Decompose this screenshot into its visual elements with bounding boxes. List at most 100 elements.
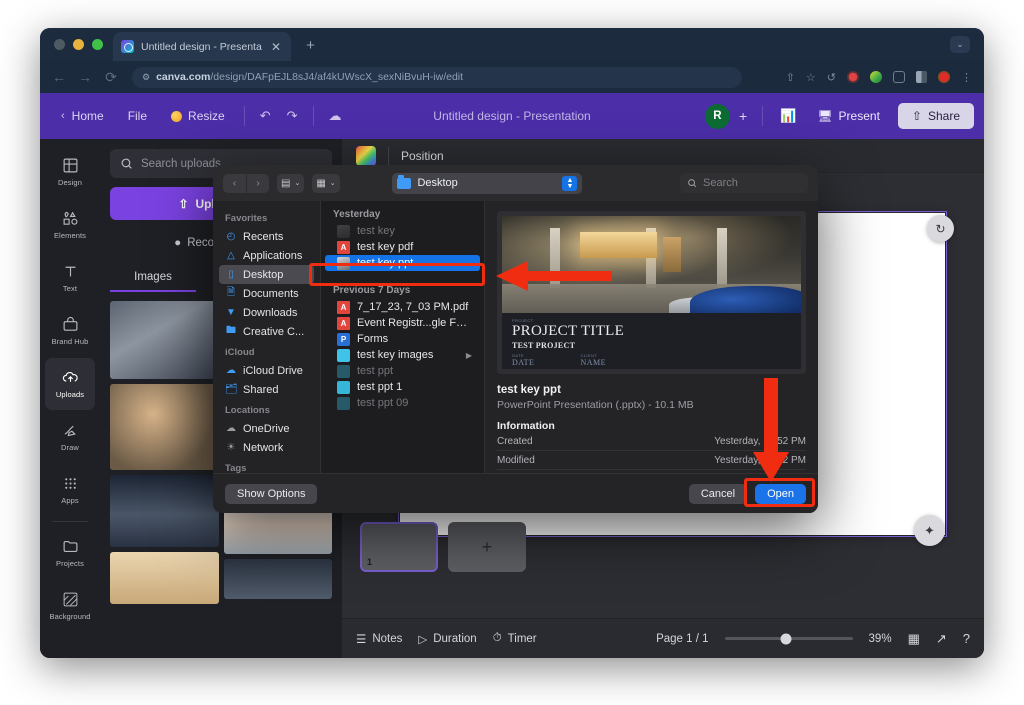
upload-thumbnail[interactable]	[110, 552, 219, 604]
forward-icon[interactable]: →	[78, 70, 92, 84]
browser-tab[interactable]: Untitled design - Presentation ✕	[113, 32, 291, 61]
stepper-icon[interactable]: ▲▼	[562, 176, 577, 191]
file-row[interactable]: test key pdf	[325, 239, 480, 255]
sidebar-item-design[interactable]: Design	[45, 146, 95, 198]
zoom-percent-label[interactable]: 39%	[869, 633, 892, 645]
preview-meta-row: DATE DATE CLIENT NAME	[512, 353, 791, 367]
file-row[interactable]: 7_17_23, 7_03 PM.pdf	[325, 299, 480, 315]
address-bar[interactable]: ⚙ canva.com/design/DAFpEJL8sJ4/af4kUWscX…	[132, 67, 742, 88]
gallery-view-button[interactable]: ▦ ⌄	[312, 174, 339, 193]
timer-button[interactable]: ⏱ Timer	[493, 632, 537, 645]
apps-icon	[62, 475, 79, 492]
extension-green-icon[interactable]	[870, 71, 882, 83]
new-tab-button[interactable]: +	[302, 38, 319, 55]
resize-button[interactable]: Resize	[160, 103, 236, 129]
file-menu-button[interactable]: File	[117, 103, 158, 129]
sidebar-item-text[interactable]: Text	[45, 252, 95, 304]
tab-images[interactable]: Images	[110, 271, 196, 292]
bookmark-star-icon[interactable]: ☆	[806, 71, 816, 84]
upload-thumbnail[interactable]	[224, 559, 333, 599]
open-button[interactable]: Open	[755, 484, 806, 504]
close-window-button[interactable]	[54, 39, 65, 50]
sidebar-item-brand-hub[interactable]: Brand Hub	[45, 305, 95, 357]
upload-thumbnail[interactable]	[110, 475, 219, 547]
undo-icon[interactable]: ↶	[253, 103, 278, 129]
grid-view-icon[interactable]: ▦	[908, 631, 920, 647]
extension-c-icon[interactable]: ↺	[827, 71, 836, 84]
avatar[interactable]: R	[705, 104, 730, 129]
dialog-back-button[interactable]: ‹	[223, 174, 246, 193]
upload-thumbnail[interactable]	[110, 301, 219, 379]
minimize-window-button[interactable]	[73, 39, 84, 50]
duration-button[interactable]: ▷ Duration	[418, 632, 476, 646]
search-uploads-placeholder: Search uploads	[141, 158, 221, 170]
bar-chart-icon[interactable]: 📊	[773, 103, 803, 129]
file-row[interactable]: test ppt	[325, 363, 480, 379]
file-row[interactable]: test key images ▶	[325, 347, 480, 363]
file-name: 7_17_23, 7_03 PM.pdf	[357, 301, 472, 313]
extension-red-icon[interactable]	[847, 71, 859, 83]
home-button[interactable]: ‹ Home	[50, 103, 115, 129]
notes-button[interactable]: ☰ Notes	[356, 632, 402, 646]
extension-bag-icon[interactable]	[893, 71, 905, 83]
sidebar-item-draw[interactable]: Draw	[45, 411, 95, 463]
sidebar-item-recents[interactable]: ◴ Recents	[219, 227, 314, 246]
sidebar-item-applications[interactable]: △ Applications	[219, 246, 314, 265]
cloud-save-icon[interactable]: ☁	[322, 103, 349, 129]
column-view-button[interactable]: ▤ ⌄	[277, 174, 304, 193]
file-list-column[interactable]: Yesterday test key test key pdf test key…	[320, 201, 485, 473]
color-swatch-icon[interactable]	[356, 146, 376, 166]
sidebar-item-desktop[interactable]: ▯ Desktop	[219, 265, 314, 284]
sidebar-item-icloud-drive[interactable]: ☁ iCloud Drive	[219, 361, 314, 380]
cancel-button[interactable]: Cancel	[689, 484, 747, 504]
close-icon[interactable]: ✕	[269, 41, 283, 53]
path-dropdown[interactable]: Desktop ▲▼	[392, 173, 582, 194]
dialog-forward-button[interactable]: ›	[246, 174, 269, 193]
browser-toolbar-icons: ⇧ ☆ ↺ ⋮	[786, 71, 972, 84]
chevron-down-icon[interactable]: ⌄	[950, 36, 970, 53]
page-thumbnail[interactable]: 1	[360, 522, 438, 572]
redo-icon[interactable]: ↷	[280, 103, 305, 129]
sidebar-item-elements[interactable]: Elements	[45, 199, 95, 251]
rotate-icon[interactable]: ↻	[927, 215, 954, 242]
share-button[interactable]: ⇧ Share	[898, 103, 974, 129]
extension-record-icon[interactable]	[938, 71, 950, 83]
reload-icon[interactable]: ⟳	[104, 70, 118, 84]
chrome-menu-icon[interactable]: ⋮	[961, 71, 972, 84]
record-icon: ●	[174, 237, 181, 249]
sidebar-item-uploads[interactable]: Uploads	[45, 358, 95, 410]
dialog-search-input[interactable]: Search	[680, 173, 808, 193]
file-row-selected[interactable]: test key ppt	[325, 255, 480, 271]
back-icon[interactable]: ←	[52, 70, 66, 84]
site-settings-icon[interactable]: ⚙	[142, 72, 149, 83]
share-icon[interactable]: ⇧	[786, 71, 795, 84]
file-row[interactable]: Event Registr...gle Forms.pdf	[325, 315, 480, 331]
help-icon[interactable]: ?	[963, 631, 970, 646]
sidebar-item-documents[interactable]: 🗎 Documents	[219, 284, 314, 303]
add-collaborator-button[interactable]: +	[734, 108, 752, 124]
upload-thumbnail[interactable]	[110, 384, 219, 470]
sidebar-item-downloads[interactable]: ▼ Downloads	[219, 303, 314, 322]
file-row[interactable]: Forms	[325, 331, 480, 347]
file-row[interactable]: test ppt 1	[325, 379, 480, 395]
sidebar-item-network[interactable]: ☀ Network	[219, 438, 314, 457]
sidebar-item-shared[interactable]: 🗂 Shared	[219, 380, 314, 399]
add-page-button[interactable]: +	[448, 522, 526, 572]
position-button[interactable]: Position	[401, 149, 444, 163]
extension-split-icon[interactable]	[916, 71, 927, 83]
crown-icon	[171, 111, 182, 122]
zoom-slider[interactable]	[725, 637, 853, 640]
show-options-button[interactable]: Show Options	[225, 484, 317, 504]
sidebar-item-apps[interactable]: Apps	[45, 464, 95, 516]
sidebar-item-background[interactable]: Background	[45, 580, 95, 632]
file-row[interactable]: test ppt 09	[325, 395, 480, 411]
expand-icon[interactable]: ↗	[936, 631, 947, 647]
preview-name-value: NAME	[580, 358, 606, 367]
sidebar-item-onedrive[interactable]: ☁ OneDrive	[219, 419, 314, 438]
maximize-window-button[interactable]	[92, 39, 103, 50]
sidebar-item-creative-cloud[interactable]: 🖿 Creative C...	[219, 322, 314, 341]
sidebar-item-projects[interactable]: Projects	[45, 527, 95, 579]
file-row[interactable]: test key	[325, 223, 480, 239]
zoom-slider-handle[interactable]	[780, 633, 791, 644]
present-button[interactable]: 🖥 Present	[807, 103, 890, 129]
